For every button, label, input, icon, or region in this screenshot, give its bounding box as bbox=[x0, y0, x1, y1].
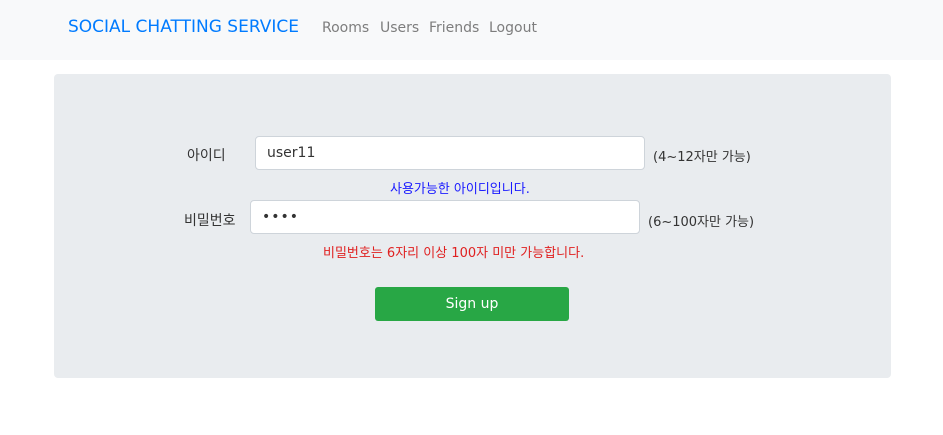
id-hint: (4~12자만 가능) bbox=[653, 150, 751, 165]
id-available-message: 사용가능한 아이디입니다. bbox=[390, 182, 530, 197]
nav-link-logout[interactable]: Logout bbox=[489, 20, 537, 36]
password-input[interactable] bbox=[250, 200, 640, 234]
password-hint: (6~100자만 가능) bbox=[648, 215, 755, 230]
brand-link[interactable]: SOCIAL CHATTING SERVICE bbox=[68, 17, 299, 37]
password-error-message: 비밀번호는 6자리 이상 100자 미만 가능합니다. bbox=[323, 246, 585, 261]
sign-up-button[interactable]: Sign up bbox=[375, 287, 569, 321]
nav-link-friends[interactable]: Friends bbox=[429, 20, 479, 36]
id-input[interactable] bbox=[255, 136, 645, 170]
nav-link-users[interactable]: Users bbox=[380, 20, 419, 36]
nav-link-rooms[interactable]: Rooms bbox=[322, 20, 369, 36]
id-label: 아이디 bbox=[187, 148, 226, 164]
password-label: 비밀번호 bbox=[184, 213, 236, 229]
navbar: SOCIAL CHATTING SERVICE Rooms Users Frie… bbox=[0, 0, 943, 60]
